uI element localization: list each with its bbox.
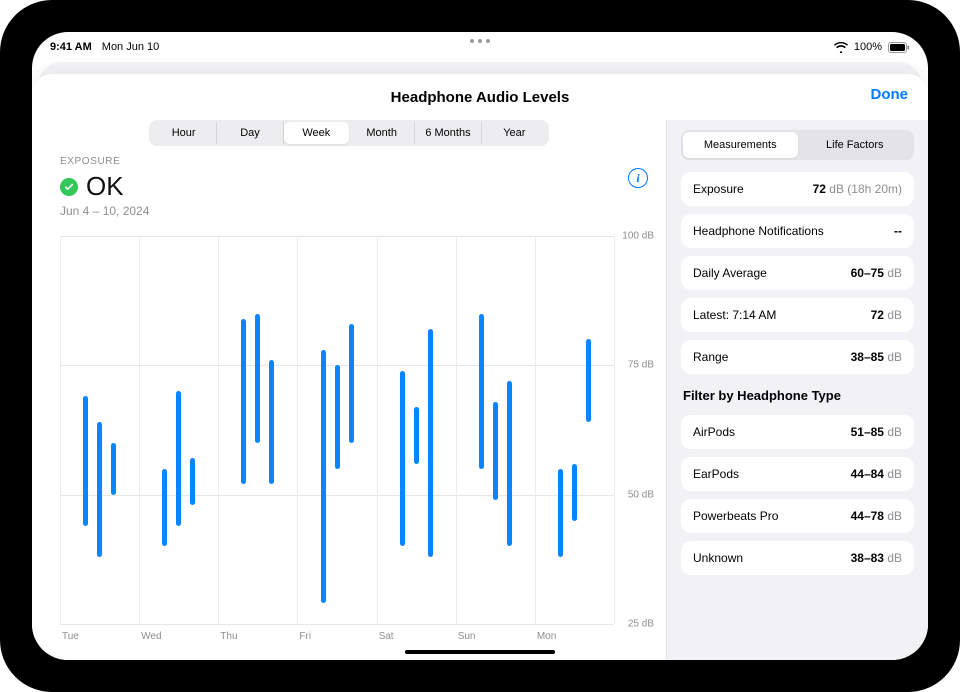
timeframe-seg-hour[interactable]: Hour	[151, 122, 217, 144]
sidetab-life-factors[interactable]: Life Factors	[798, 132, 913, 158]
chart-bar[interactable]	[83, 396, 88, 525]
exposure-eyebrow: EXPOSURE	[60, 156, 638, 167]
card-value: 72 dB	[871, 308, 902, 322]
card-value: 44–78 dB	[851, 509, 902, 523]
card-label: Powerbeats Pro	[693, 509, 778, 523]
list-item: Headphone Notifications --	[681, 214, 914, 248]
card-label: Daily Average	[693, 266, 767, 280]
timeframe-seg-month[interactable]: Month	[349, 122, 415, 144]
list-item[interactable]: Unknown 38–83 dB	[681, 541, 914, 575]
chart-bar[interactable]	[558, 469, 563, 557]
chart-bar[interactable]	[255, 314, 260, 443]
card-value: 51–85 dB	[851, 425, 902, 439]
chart-bar[interactable]	[176, 391, 181, 526]
chart-bar[interactable]	[507, 381, 512, 547]
home-indicator[interactable]	[405, 650, 555, 654]
page-title: Headphone Audio Levels	[391, 89, 570, 106]
chart-bar[interactable]	[335, 365, 340, 468]
card-label: Range	[693, 350, 728, 364]
x-tick-label: Sun	[458, 631, 476, 642]
list-item: Latest: 7:14 AM 72 dB	[681, 298, 914, 332]
measurements-tabs[interactable]: MeasurementsLife Factors	[681, 130, 914, 160]
card-label: Latest: 7:14 AM	[693, 308, 776, 322]
list-item: Exposure 72 dB (18h 20m)	[681, 172, 914, 206]
list-item: Daily Average 60–75 dB	[681, 256, 914, 290]
timeframe-seg-6months[interactable]: 6 Months	[415, 122, 481, 144]
exposure-status: OK	[86, 171, 124, 202]
x-tick-label: Thu	[220, 631, 237, 642]
chart-bar[interactable]	[414, 407, 419, 464]
filter-heading: Filter by Headphone Type	[683, 388, 912, 403]
card-label: EarPods	[693, 467, 739, 481]
battery-icon	[888, 42, 910, 53]
chart-bar[interactable]	[269, 360, 274, 484]
card-value: --	[894, 224, 902, 238]
chart-bar[interactable]	[572, 464, 577, 521]
exposure-summary: EXPOSURE OK Jun 4 – 10, 2024	[32, 152, 666, 218]
screen: 9:41 AM Mon Jun 10 100% Headphone Audio …	[32, 32, 928, 660]
chart[interactable]: 100 dB 75 dB 50 dB 25 dB Tue Wed Thu Fri Sat Sun M…	[60, 228, 656, 650]
status-date: Mon Jun 10	[102, 41, 159, 53]
x-tick-label: Wed	[141, 631, 161, 642]
battery-percent: 100%	[854, 41, 882, 53]
chart-bar[interactable]	[400, 371, 405, 547]
card-label: Unknown	[693, 551, 743, 565]
card-value: 44–84 dB	[851, 467, 902, 481]
chart-bar[interactable]	[97, 422, 102, 557]
done-button[interactable]: Done	[871, 86, 909, 103]
card-label: AirPods	[693, 425, 735, 439]
card-label: Headphone Notifications	[693, 224, 824, 238]
chart-bar[interactable]	[586, 339, 591, 422]
chart-bar[interactable]	[241, 319, 246, 485]
x-tick-label: Mon	[537, 631, 556, 642]
date-range: Jun 4 – 10, 2024	[60, 204, 638, 218]
timeframe-seg-year[interactable]: Year	[482, 122, 547, 144]
sidebar: MeasurementsLife Factors Exposure 72 dB (…	[666, 120, 928, 660]
y-tick-label: 100 dB	[618, 231, 654, 242]
x-tick-label: Tue	[62, 631, 79, 642]
status-bar: 9:41 AM Mon Jun 10 100%	[32, 32, 928, 58]
y-tick-label: 75 dB	[624, 360, 654, 371]
sheet-header: Headphone Audio Levels Done	[32, 74, 928, 120]
multitask-dots-icon[interactable]	[470, 39, 490, 43]
device-frame: 9:41 AM Mon Jun 10 100% Headphone Audio …	[0, 0, 960, 692]
list-item[interactable]: EarPods 44–84 dB	[681, 457, 914, 491]
sidetab-measurements[interactable]: Measurements	[683, 132, 798, 158]
chart-bar[interactable]	[349, 324, 354, 443]
card-label: Exposure	[693, 182, 744, 196]
chart-bar[interactable]	[321, 350, 326, 603]
list-item: Range 38–85 dB	[681, 340, 914, 374]
wifi-icon	[834, 42, 848, 53]
timeframe-segmented[interactable]: HourDayWeekMonth6 MonthsYear	[149, 120, 549, 146]
timeframe-seg-week[interactable]: Week	[284, 122, 349, 144]
chart-bar[interactable]	[190, 458, 195, 505]
timeframe-seg-day[interactable]: Day	[217, 122, 283, 144]
chart-bar[interactable]	[111, 443, 116, 495]
card-value: 72 dB (18h 20m)	[813, 182, 902, 196]
list-item[interactable]: AirPods 51–85 dB	[681, 415, 914, 449]
y-tick-label: 25 dB	[624, 619, 654, 630]
chart-bar[interactable]	[162, 469, 167, 547]
info-icon[interactable]: i	[628, 168, 648, 188]
status-time: 9:41 AM	[50, 41, 92, 53]
card-value: 60–75 dB	[851, 266, 902, 280]
x-tick-label: Fri	[299, 631, 311, 642]
chart-bar[interactable]	[479, 314, 484, 469]
main-panel: HourDayWeekMonth6 MonthsYear EXPOSURE OK…	[32, 120, 666, 660]
y-tick-label: 50 dB	[624, 489, 654, 500]
detail-sheet: Headphone Audio Levels Done HourDayWeekM…	[32, 74, 928, 660]
list-item[interactable]: Powerbeats Pro 44–78 dB	[681, 499, 914, 533]
x-tick-label: Sat	[379, 631, 394, 642]
card-value: 38–85 dB	[851, 350, 902, 364]
card-value: 38–83 dB	[851, 551, 902, 565]
chart-bar[interactable]	[428, 329, 433, 557]
chart-bar[interactable]	[493, 402, 498, 500]
status-ok-check-icon	[60, 178, 78, 196]
